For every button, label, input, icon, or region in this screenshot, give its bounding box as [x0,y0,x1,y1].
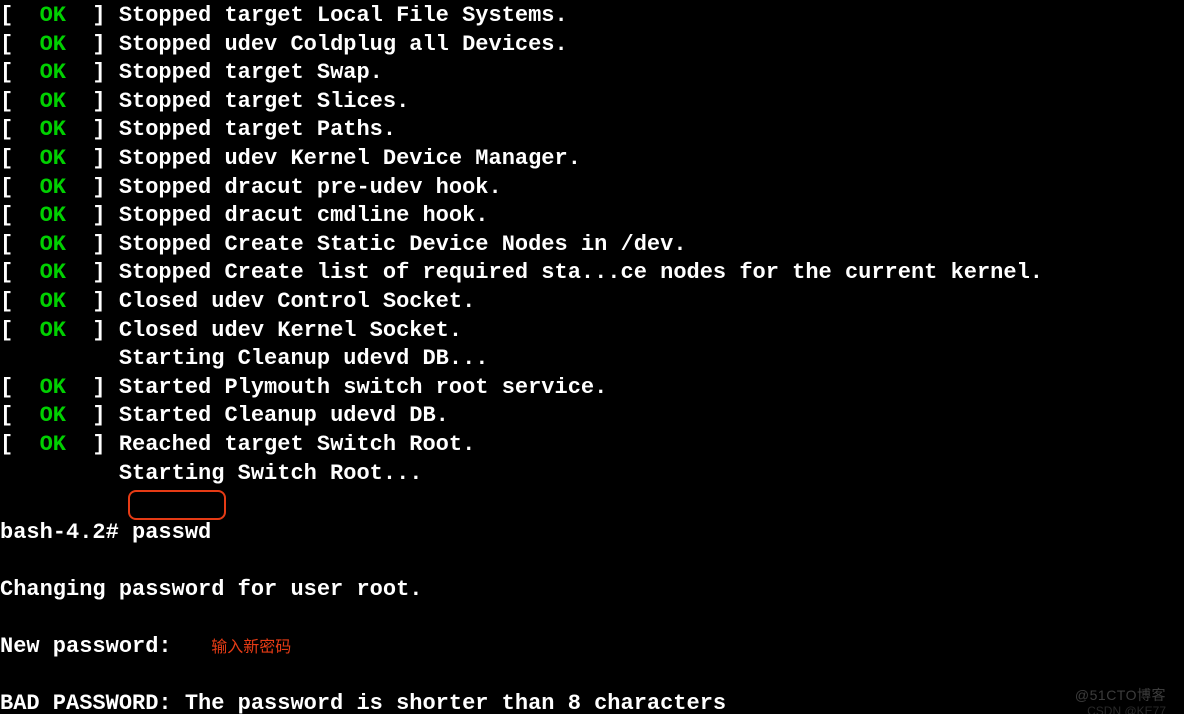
boot-line: [ OK ] Closed udev Kernel Socket. [0,317,1184,346]
shell-session[interactable]: bash-4.2# passwd Changing password for u… [0,488,1184,714]
watermark: @51CTO博客 [1075,686,1166,704]
boot-line: Starting Switch Root... [0,460,1184,489]
boot-line: [ OK ] Stopped Create list of required s… [0,259,1184,288]
watermark-secondary: CSDN @KE77 [1087,704,1166,714]
boot-line: [ OK ] Stopped target Slices. [0,88,1184,117]
boot-line: [ OK ] Stopped target Swap. [0,59,1184,88]
boot-line: [ OK ] Stopped target Paths. [0,116,1184,145]
boot-line: [ OK ] Stopped Create Static Device Node… [0,231,1184,260]
bad-password-warning: BAD PASSWORD: The password is shorter th… [0,690,1184,714]
boot-line: [ OK ] Started Plymouth switch root serv… [0,374,1184,403]
boot-line: [ OK ] Stopped dracut pre-udev hook. [0,174,1184,203]
boot-line: [ OK ] Stopped udev Kernel Device Manage… [0,145,1184,174]
new-password-label: New password: [0,634,185,659]
passwd-changing: Changing password for user root. [0,576,1184,605]
terminal-output: [ OK ] Stopped target Local File Systems… [0,0,1184,488]
boot-line: [ OK ] Stopped dracut cmdline hook. [0,202,1184,231]
command-passwd: passwd [132,520,211,545]
boot-line: [ OK ] Reached target Switch Root. [0,431,1184,460]
boot-line: [ OK ] Stopped target Local File Systems… [0,2,1184,31]
boot-line: [ OK ] Started Cleanup udevd DB. [0,402,1184,431]
prompt: bash-4.2# [0,520,132,545]
boot-line: [ OK ] Stopped udev Coldplug all Devices… [0,31,1184,60]
annotation-new-password: 输入新密码 [211,639,291,656]
boot-line: [ OK ] Closed udev Control Socket. [0,288,1184,317]
boot-line: Starting Cleanup udevd DB... [0,345,1184,374]
